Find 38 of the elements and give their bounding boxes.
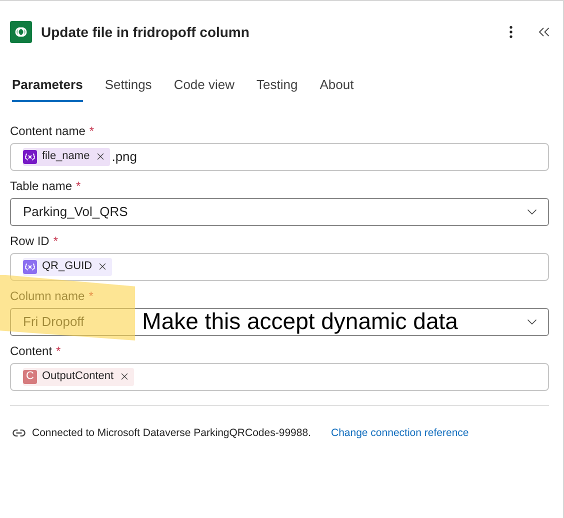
tab[interactable]: Code view xyxy=(174,75,235,102)
token-letter-icon: C xyxy=(23,370,37,384)
token-chip[interactable]: C OutputContent xyxy=(23,368,134,386)
panel-title: Update file in fridropoff column xyxy=(41,22,250,42)
token-input-field[interactable]: C OutputContent xyxy=(10,362,549,390)
field-label: Column name xyxy=(10,288,85,304)
dataverse-logo-icon xyxy=(10,21,32,43)
token-chip[interactable]: QR_GUID xyxy=(23,258,112,276)
tab[interactable]: Testing xyxy=(256,75,298,102)
required-mark: * xyxy=(56,342,61,360)
field-label: Content xyxy=(10,342,52,360)
token-chip[interactable]: file_name xyxy=(23,148,110,166)
token-label: file_name xyxy=(42,149,90,164)
required-mark: * xyxy=(88,288,94,304)
remove-icon[interactable] xyxy=(97,261,108,272)
remove-icon[interactable] xyxy=(118,371,130,382)
token-label: QR_GUID xyxy=(42,259,92,274)
field-label: Table name xyxy=(10,178,72,194)
change-connection-link[interactable]: Change connection reference xyxy=(330,426,469,442)
token-input-field[interactable]: file_name .png xyxy=(10,142,549,170)
dropdown-value: Parking_Vol_QRS xyxy=(23,202,128,221)
token-input-field[interactable]: QR_GUID xyxy=(10,252,549,280)
connection-text: Connected to Microsoft Dataverse ParkingQRCodes-99988. xyxy=(32,426,311,440)
required-mark: * xyxy=(53,232,58,250)
dropdown-value: Fri Dropoff xyxy=(23,312,84,331)
dropdown-field[interactable]: Fri Dropoff Make this accept dynamic data xyxy=(10,308,549,336)
field-value: .png xyxy=(112,148,138,166)
field-label: Content name xyxy=(10,122,86,140)
tab[interactable]: Settings xyxy=(104,75,152,102)
annotation-text: Make this accept dynamic data xyxy=(141,307,458,336)
required-mark: * xyxy=(89,122,94,140)
dropdown-field[interactable]: Parking_Vol_QRS xyxy=(10,198,549,226)
token-label: OutputContent xyxy=(42,369,114,384)
field-label: Row ID xyxy=(10,232,50,250)
tab[interactable]: About xyxy=(320,75,354,102)
required-mark: * xyxy=(76,178,81,194)
tab[interactable]: Parameters xyxy=(12,75,83,102)
remove-icon[interactable] xyxy=(94,151,106,162)
